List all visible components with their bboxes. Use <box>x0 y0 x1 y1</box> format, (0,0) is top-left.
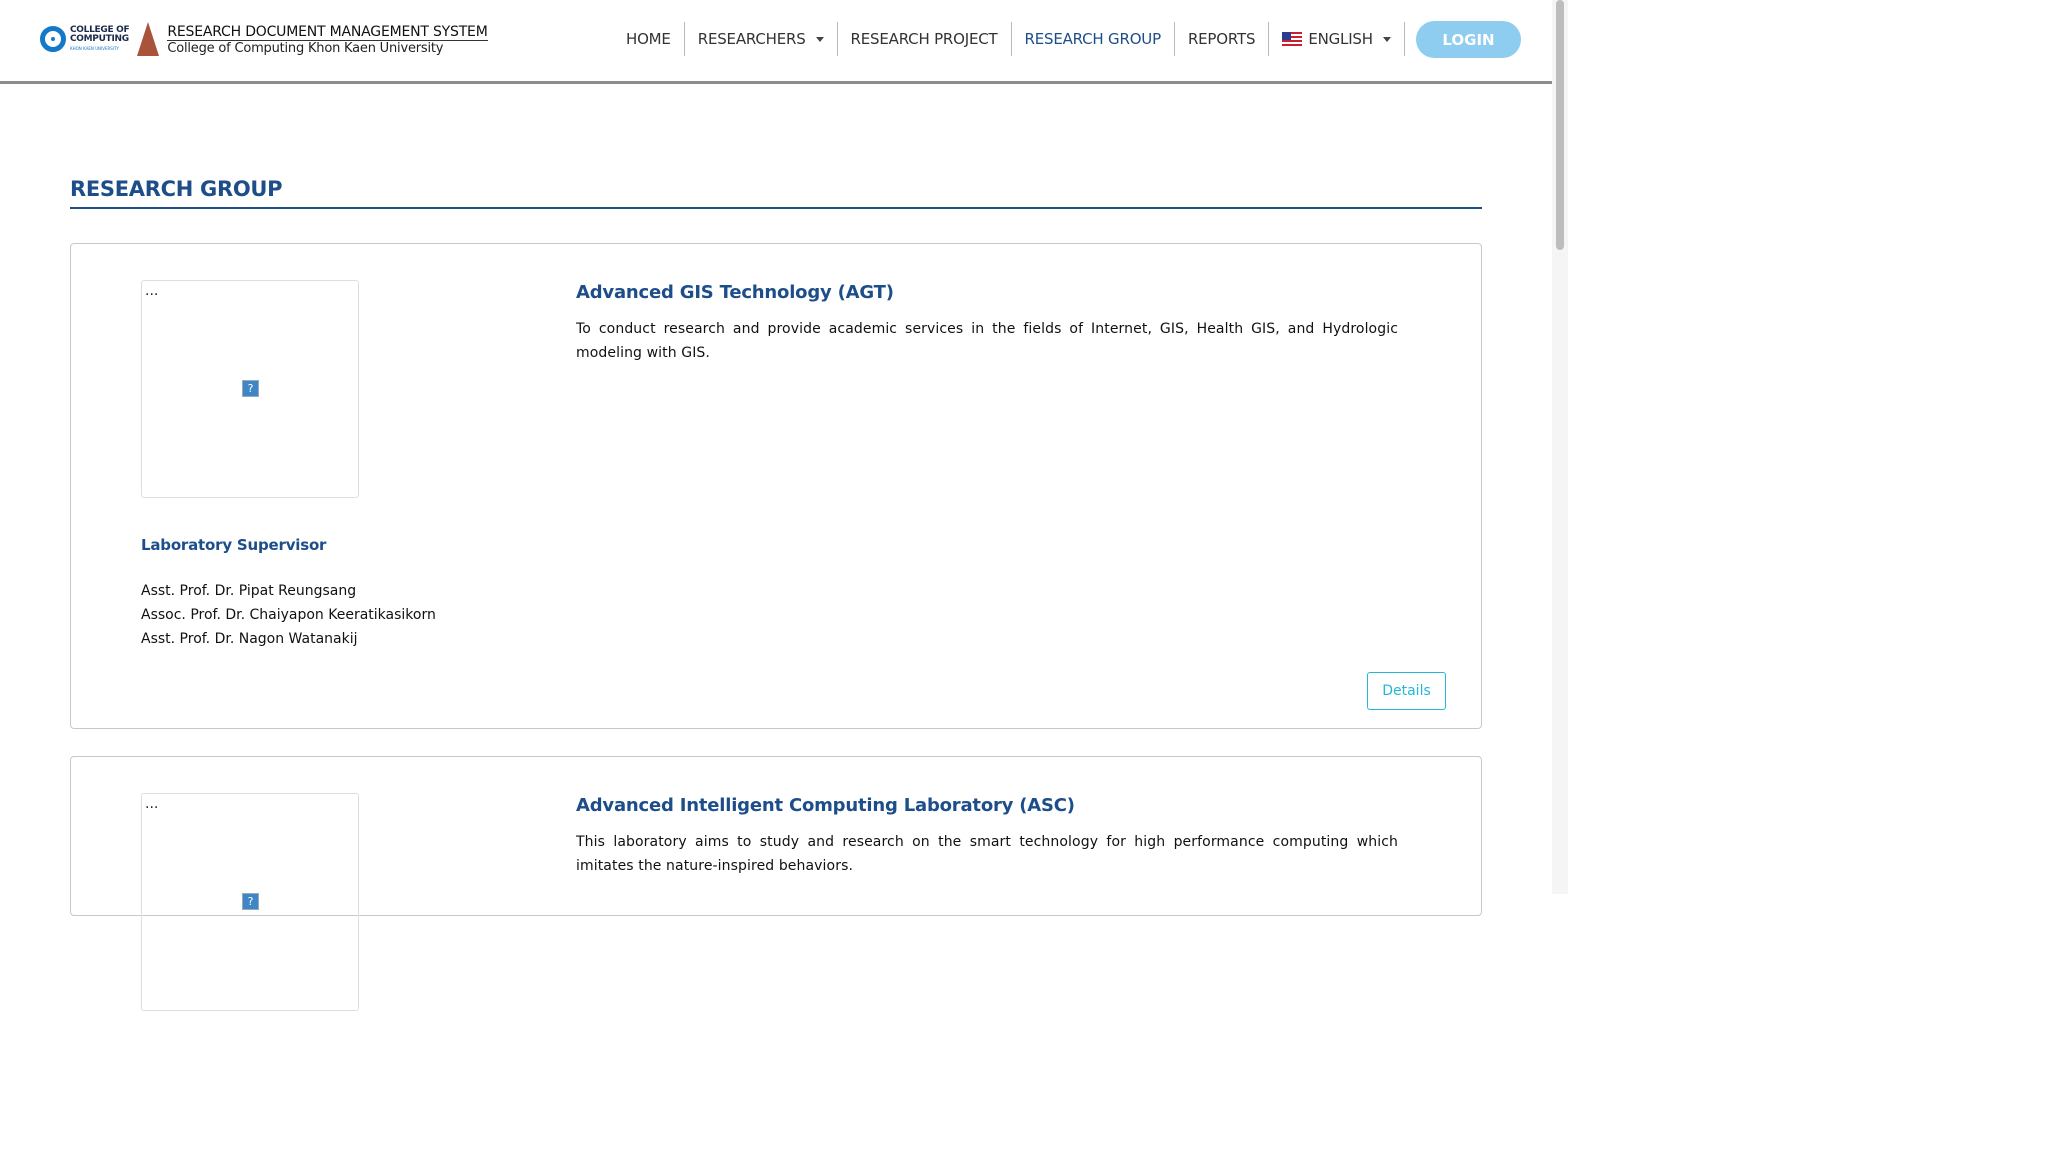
supervisor-item: Assoc. Prof. Dr. Chaiyapon Keeratikasiko… <box>141 607 436 623</box>
main-nav: HOME RESEARCHERS RESEARCH PROJECT RESEAR… <box>613 22 1405 56</box>
research-group-card: ... ? Advanced Intelligent Computing Lab… <box>70 756 1482 1011</box>
page-scrollbar[interactable] <box>1552 0 1568 894</box>
us-flag-icon <box>1282 32 1303 46</box>
supervisor-item: Asst. Prof. Dr. Pipat Reungsang <box>141 583 357 599</box>
college-of-computing-logo: COLLEGE OF COMPUTING KHON KAEN UNIVERSIT… <box>40 25 130 53</box>
group-description: To conduct research and provide academic… <box>576 321 1398 361</box>
supervisor-item: Asst. Prof. Dr. Nagon Watanakij <box>141 631 358 647</box>
nav-research-project[interactable]: RESEARCH PROJECT <box>838 22 1012 56</box>
group-image: ... ? <box>141 280 359 498</box>
broken-image-icon: ? <box>242 893 259 910</box>
details-button[interactable]: Details <box>1367 672 1446 710</box>
chevron-down-icon <box>1382 36 1391 42</box>
cc-logo-line2: COMPUTING <box>70 33 129 44</box>
group-name: Advanced Intelligent Computing Laborator… <box>576 795 1075 816</box>
kku-logo-icon <box>137 22 160 56</box>
nav-research-group[interactable]: RESEARCH GROUP <box>1012 22 1175 56</box>
system-title: RESEARCH DOCUMENT MANAGEMENT SYSTEM <box>167 23 488 41</box>
broken-image-icon: ? <box>242 380 259 397</box>
nav-home[interactable]: HOME <box>613 22 685 56</box>
group-name: Advanced GIS Technology (AGT) <box>576 282 894 303</box>
supervisor-list: Asst. Prof. Dr. Pipat Reungsang Assoc. P… <box>141 579 436 651</box>
research-group-card: ... ? Advanced GIS Technology (AGT) To c… <box>70 243 1482 729</box>
cc-logo-ring-icon <box>40 26 66 52</box>
nav-researchers-dropdown[interactable]: RESEARCHERS <box>685 22 838 56</box>
supervisor-label: Laboratory Supervisor <box>141 536 327 554</box>
brand[interactable]: COLLEGE OF COMPUTING KHON KAEN UNIVERSIT… <box>40 22 488 56</box>
group-description: This laboratory aims to study and resear… <box>576 834 1398 874</box>
top-navbar: COLLEGE OF COMPUTING KHON KAEN UNIVERSIT… <box>0 0 1552 84</box>
language-dropdown[interactable]: ENGLISH <box>1269 22 1405 56</box>
system-subtitle: College of Computing Khon Kaen Universit… <box>167 40 444 56</box>
scrollbar-thumb[interactable] <box>1556 0 1564 250</box>
image-alt-text: ... <box>145 796 159 812</box>
image-alt-text: ... <box>145 283 159 299</box>
title-divider <box>70 207 1482 209</box>
nav-reports[interactable]: REPORTS <box>1175 22 1270 56</box>
cc-logo-line3: KHON KAEN UNIVERSITY <box>70 45 119 51</box>
login-button[interactable]: LOGIN <box>1416 21 1521 58</box>
group-image: ... ? <box>141 793 359 1011</box>
chevron-down-icon <box>815 36 824 42</box>
page-title: RESEARCH GROUP <box>70 177 283 201</box>
